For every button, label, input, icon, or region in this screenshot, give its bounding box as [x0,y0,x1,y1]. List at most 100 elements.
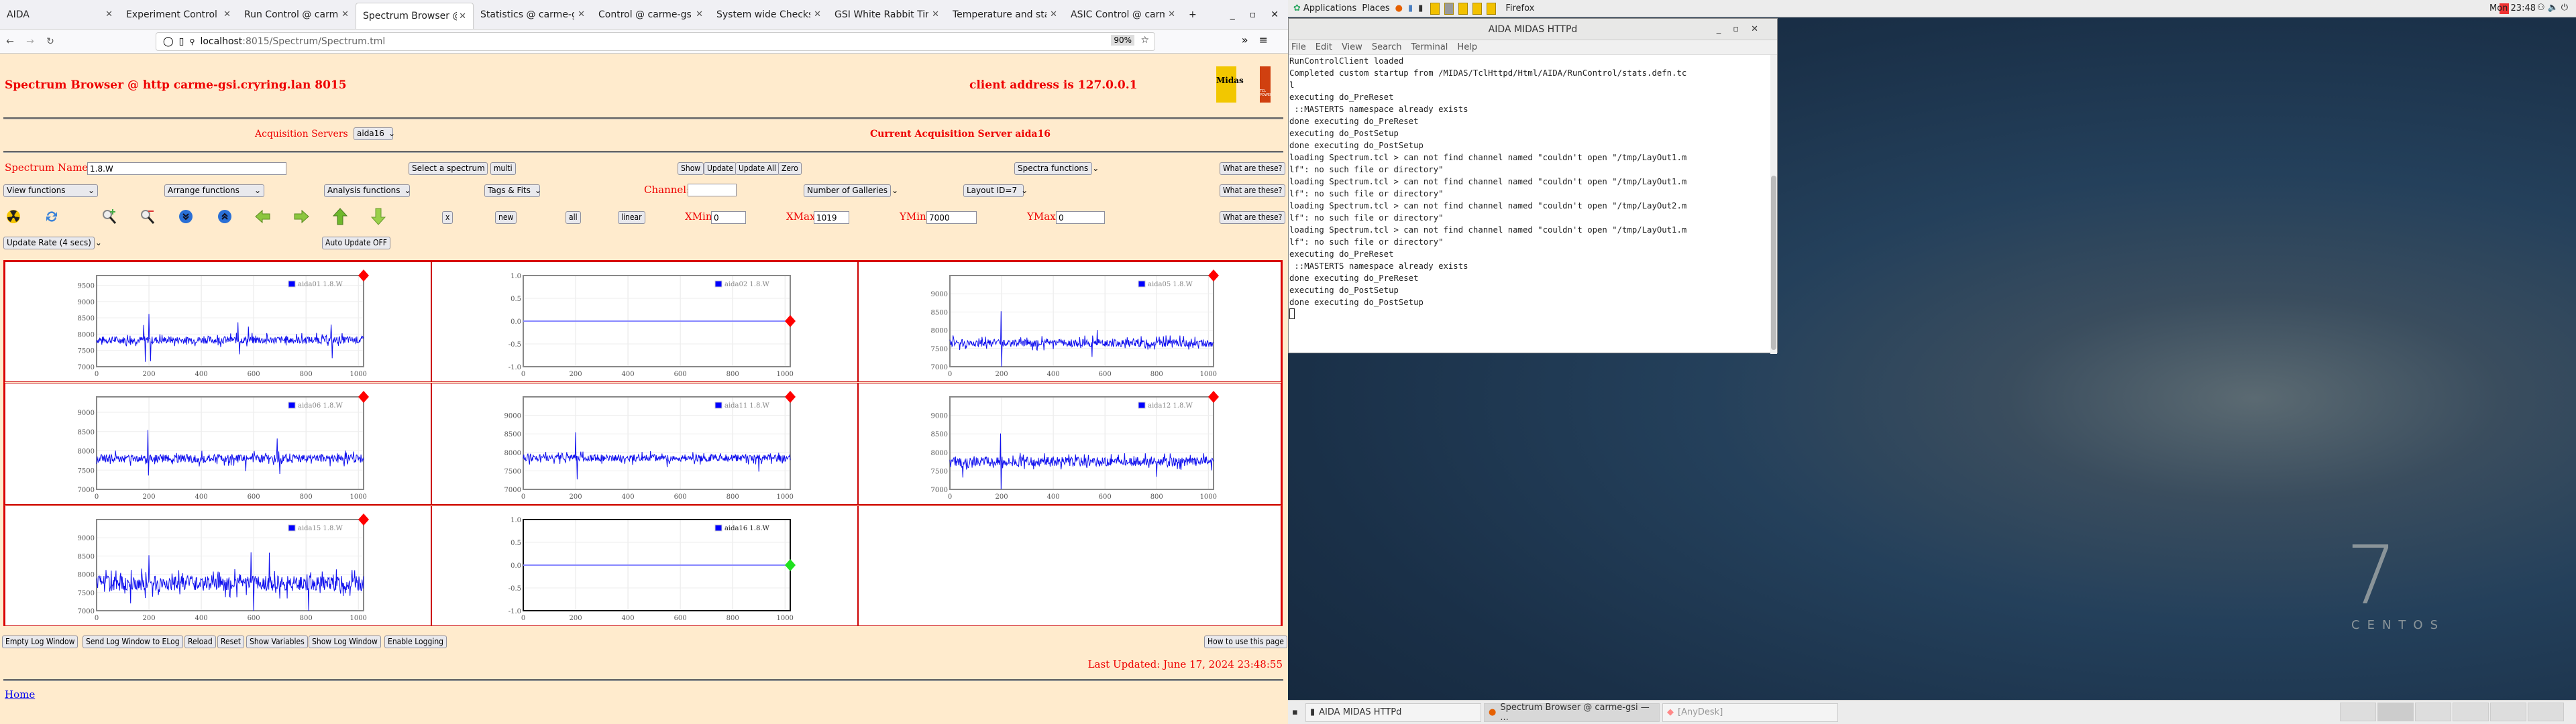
tab[interactable]: Temperature and stat ✕ [946,0,1064,29]
bookmark-star-icon[interactable]: ☆ [1140,35,1149,46]
scroll-down-icon[interactable] [177,208,195,225]
update-all-button[interactable]: Update All [735,162,780,175]
overflow-icon[interactable]: » [1242,34,1259,46]
close-window-icon[interactable]: ✕ [1271,9,1279,20]
arrow-right-icon[interactable] [292,208,310,225]
all-button[interactable]: all [566,211,581,224]
analysis-functions-dropdown[interactable]: Analysis functions ⌄ [324,184,411,197]
radiation-icon[interactable] [5,208,22,225]
workspace-switcher[interactable] [2453,703,2489,721]
what-are-these-button[interactable]: What are these? [1220,162,1286,175]
zoom-level[interactable]: 90% [1111,35,1134,46]
workspace-switcher[interactable] [2377,703,2414,721]
tab[interactable]: Run Control @ carme ✕ [237,0,356,29]
menu-view[interactable]: View [1342,42,1362,52]
close-tab-icon[interactable]: ✕ [1050,9,1057,19]
new-tab-button[interactable]: + [1182,0,1209,29]
tab[interactable]: Experiment Control @ ✕ [119,0,237,29]
places-menu[interactable]: Places [1362,3,1389,13]
update-button[interactable]: Update [704,162,737,175]
clock[interactable]: Mon 23:48 [2489,3,2536,13]
reload-icon[interactable]: ↻ [40,36,60,47]
ymin-input[interactable] [926,211,977,224]
close-tab-icon[interactable]: ✕ [1168,9,1175,19]
spectrum-panel[interactable]: 0 200 400 600 800 1000 -1.0 -0.5 0.0 0.5 1.0 aida02… [431,261,858,382]
shield-icon[interactable]: ◯ [163,36,174,47]
enable-logging-button[interactable]: Enable Logging [384,636,447,648]
minimize-icon[interactable]: _ [1230,9,1235,20]
acquisition-server-select[interactable]: aida16 ⌄ [354,127,395,140]
arrow-down-icon[interactable] [370,208,387,225]
maximize-icon[interactable]: ▫ [1250,9,1256,20]
permissions-icon[interactable]: ⚲ [189,38,195,46]
spectrum-chart[interactable]: 0 200 400 600 800 1000 7000 7500 8000 8500 9000 aid… [432,383,859,505]
launcher-midas-icon[interactable] [1487,2,1497,15]
spectrum-panel[interactable]: 0 200 400 600 800 1000 7000 7500 8000 8500 9000 950… [5,261,431,382]
tab[interactable]: Statistics @ carme-g ✕ [474,0,592,29]
refresh-icon[interactable] [43,208,60,225]
reload-button[interactable]: Reload [184,636,216,648]
spectrum-name-input[interactable] [87,162,286,175]
spectrum-panel[interactable]: 0 200 400 600 800 1000 7000 7500 8000 8500 9000 aid… [5,383,431,505]
workspace-switcher[interactable] [2340,703,2376,721]
menu-search[interactable]: Search [1372,42,1402,52]
forward-icon[interactable]: → [20,36,40,47]
show-button[interactable]: Show [678,162,704,175]
spectrum-chart[interactable]: 0 200 400 600 800 1000 7000 7500 8000 8500 9000 aid… [5,506,432,627]
launcher-midas-icon[interactable] [1444,2,1454,15]
new-button[interactable]: new [495,211,517,224]
arrow-up-icon[interactable] [331,208,349,225]
workspace-switcher[interactable] [2490,703,2526,721]
launcher-firefox-icon[interactable]: ● [1395,3,1403,13]
launcher-files-icon[interactable]: ▮ [1408,3,1413,13]
close-tab-icon[interactable]: ✕ [459,11,466,21]
show-log-window-button[interactable]: Show Log Window [309,636,381,648]
spectra-functions-dropdown[interactable]: Spectra functions ⌄ [1014,162,1099,175]
tab[interactable]: System wide Checks ✕ [710,0,828,29]
terminal-titlebar[interactable]: AIDA MIDAS HTTPd _▫✕ [1289,19,1777,40]
back-icon[interactable]: ← [0,36,20,47]
ymax-input[interactable] [1056,211,1105,224]
close-tab-icon[interactable]: ✕ [223,9,231,19]
minimize-icon[interactable]: _ [1717,24,1733,34]
spectrum-chart[interactable]: 0 200 400 600 800 1000 7000 7500 8000 8500 9000 aid… [859,262,1282,383]
show-desktop-icon[interactable]: ▪ [1292,707,1303,717]
launcher-terminal-icon[interactable]: ▮ [1418,3,1423,13]
what-are-these-button[interactable]: What are these? [1220,184,1286,197]
xmax-input[interactable] [814,211,849,224]
close-tab-icon[interactable]: ✕ [105,9,113,19]
reset-button[interactable]: Reset [217,636,245,648]
tags-fits-dropdown[interactable]: Tags & Fits ⌄ [484,184,541,197]
arrow-left-icon[interactable] [254,208,272,225]
auto-update-button[interactable]: Auto Update OFF [322,237,390,249]
arrange-functions-dropdown[interactable]: Arrange functions ⌄ [164,184,264,197]
multi-button[interactable]: multi [490,162,516,175]
tab[interactable]: GSI White Rabbit Tim ✕ [828,0,946,29]
view-functions-dropdown[interactable]: View functions ⌄ [3,184,98,197]
layout-id-dropdown[interactable]: Layout ID=7 ⌄ [963,184,1028,197]
zoom-in-icon[interactable] [101,208,118,225]
menu-help[interactable]: Help [1457,42,1477,52]
tab[interactable]: ASIC Control @ carm ✕ [1064,0,1182,29]
what-are-these-button[interactable]: What are these? [1220,211,1286,224]
taskbar-item-active[interactable]: ● Spectrum Browser @ carme-gsi — ... [1484,703,1660,723]
number-of-galleries-dropdown[interactable]: Number of Galleries ⌄ [804,184,898,197]
hamburger-menu-icon[interactable]: ≡ [1259,34,1279,46]
close-tab-icon[interactable]: ✕ [932,9,939,19]
spectrum-panel[interactable]: 0 200 400 600 800 1000 7000 7500 8000 8500 9000 aid… [431,383,858,505]
xmin-input[interactable] [711,211,746,224]
spectrum-panel[interactable]: 0 200 400 600 800 1000 7000 7500 8000 8500 9000 aid… [858,261,1281,382]
launcher-midas-icon[interactable] [1458,2,1468,15]
home-link[interactable]: Home [5,688,35,701]
menu-file[interactable]: File [1291,42,1306,52]
tab-active[interactable]: Spectrum Browser @ ✕ [356,3,474,29]
select-spectrum-dropdown[interactable]: Select a spectrum⌄ [409,162,496,175]
empty-log-window-button[interactable]: Empty Log Window [2,636,78,648]
launcher-midas-icon[interactable] [1472,2,1483,15]
show-variables-button[interactable]: Show Variables [246,636,308,648]
close-tab-icon[interactable]: ✕ [696,9,703,19]
maximize-icon[interactable]: ▫ [1733,24,1751,34]
zero-button[interactable]: Zero [778,162,802,175]
spectrum-panel[interactable]: 0 200 400 600 800 1000 7000 7500 8000 8500 9000 aid… [5,505,431,626]
spectrum-panel[interactable]: 0 200 400 600 800 1000 7000 7500 8000 8500 9000 aid… [858,383,1281,505]
